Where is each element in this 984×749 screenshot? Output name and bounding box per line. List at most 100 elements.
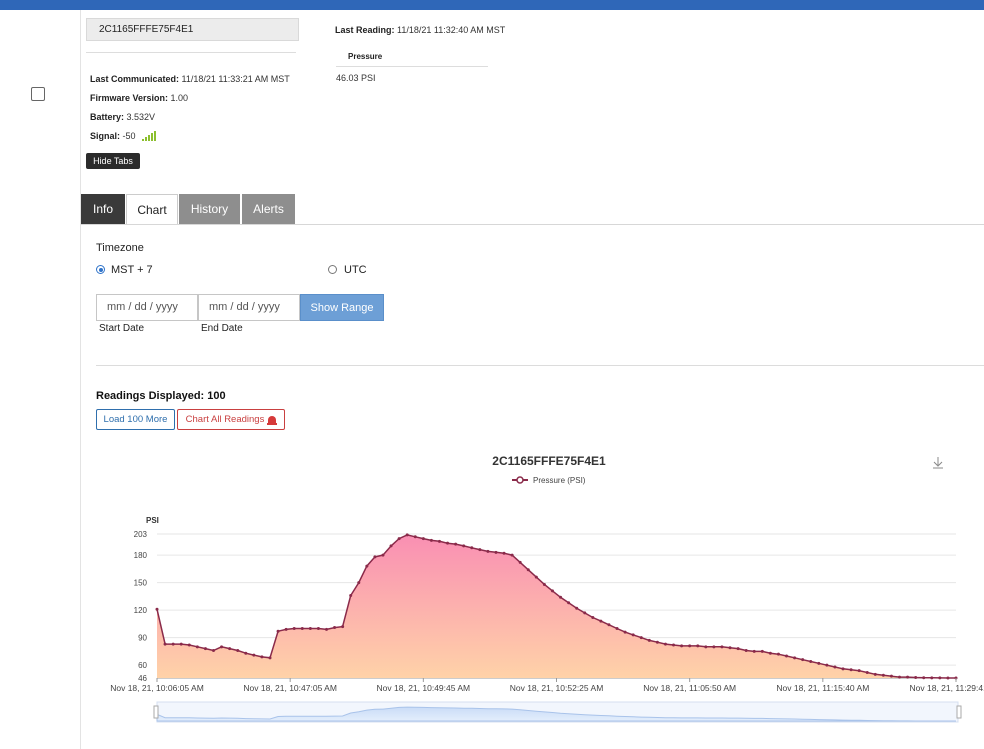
- data-point[interactable]: [542, 582, 546, 586]
- data-point[interactable]: [349, 593, 353, 597]
- data-point[interactable]: [324, 627, 328, 631]
- data-point[interactable]: [437, 539, 441, 543]
- data-point[interactable]: [478, 548, 482, 552]
- data-point[interactable]: [494, 550, 498, 554]
- data-point[interactable]: [688, 644, 692, 648]
- data-point[interactable]: [591, 615, 595, 619]
- data-point[interactable]: [623, 630, 627, 634]
- data-point[interactable]: [187, 643, 191, 647]
- data-point[interactable]: [341, 625, 345, 629]
- data-point[interactable]: [680, 644, 684, 648]
- data-point[interactable]: [736, 647, 740, 651]
- tab-info[interactable]: Info: [81, 194, 125, 224]
- data-point[interactable]: [559, 595, 563, 599]
- data-point[interactable]: [639, 636, 643, 640]
- data-point[interactable]: [696, 644, 700, 648]
- data-point[interactable]: [849, 668, 853, 672]
- chart-all-button[interactable]: Chart All Readings: [177, 409, 285, 430]
- data-point[interactable]: [793, 656, 797, 660]
- data-point[interactable]: [865, 670, 869, 674]
- data-point[interactable]: [203, 647, 207, 651]
- data-point[interactable]: [397, 537, 401, 541]
- data-point[interactable]: [728, 646, 732, 650]
- data-point[interactable]: [776, 652, 780, 656]
- data-point[interactable]: [195, 645, 199, 649]
- data-point[interactable]: [518, 560, 522, 564]
- navigator-right-handle[interactable]: [956, 705, 962, 719]
- data-point[interactable]: [841, 667, 845, 671]
- data-point[interactable]: [720, 645, 724, 649]
- data-point[interactable]: [228, 647, 232, 651]
- data-point[interactable]: [405, 533, 409, 537]
- data-point[interactable]: [785, 654, 789, 658]
- start-date-input[interactable]: mm / dd / yyyy: [96, 294, 198, 321]
- data-point[interactable]: [429, 538, 433, 542]
- timezone-utc-radio[interactable]: [328, 265, 337, 274]
- data-point[interactable]: [179, 642, 183, 646]
- data-point[interactable]: [672, 643, 676, 647]
- data-point[interactable]: [284, 627, 288, 631]
- data-point[interactable]: [413, 535, 417, 539]
- data-point[interactable]: [155, 607, 159, 611]
- data-point[interactable]: [809, 659, 813, 663]
- data-point[interactable]: [898, 675, 902, 679]
- data-point[interactable]: [575, 606, 579, 610]
- data-point[interactable]: [526, 568, 530, 572]
- data-point[interactable]: [486, 549, 490, 553]
- data-point[interactable]: [938, 676, 942, 680]
- data-point[interactable]: [300, 626, 304, 630]
- data-point[interactable]: [817, 661, 821, 665]
- data-point[interactable]: [946, 676, 950, 680]
- data-point[interactable]: [857, 669, 861, 673]
- load-more-button[interactable]: Load 100 More: [96, 409, 175, 430]
- tab-alerts[interactable]: Alerts: [242, 194, 295, 224]
- hide-tabs-button[interactable]: Hide Tabs: [86, 153, 140, 169]
- data-point[interactable]: [308, 626, 312, 630]
- data-point[interactable]: [599, 619, 603, 623]
- data-point[interactable]: [454, 542, 458, 546]
- data-point[interactable]: [655, 640, 659, 644]
- data-point[interactable]: [260, 655, 264, 659]
- data-point[interactable]: [881, 673, 885, 677]
- data-point[interactable]: [268, 656, 272, 660]
- data-point[interactable]: [704, 645, 708, 649]
- data-point[interactable]: [663, 642, 667, 646]
- data-point[interactable]: [550, 589, 554, 593]
- data-point[interactable]: [236, 648, 240, 652]
- data-point[interactable]: [607, 623, 611, 627]
- data-point[interactable]: [889, 674, 893, 678]
- data-point[interactable]: [389, 544, 393, 548]
- data-point[interactable]: [502, 551, 506, 555]
- tab-chart[interactable]: Chart: [126, 194, 178, 225]
- data-point[interactable]: [712, 645, 716, 649]
- data-point[interactable]: [744, 648, 748, 652]
- data-point[interactable]: [567, 601, 571, 605]
- data-point[interactable]: [631, 633, 635, 637]
- show-range-button[interactable]: Show Range: [300, 294, 384, 321]
- data-point[interactable]: [615, 626, 619, 630]
- range-navigator[interactable]: [153, 701, 962, 723]
- data-point[interactable]: [914, 676, 918, 680]
- data-point[interactable]: [873, 672, 877, 676]
- data-point[interactable]: [647, 638, 651, 642]
- data-point[interactable]: [922, 676, 926, 680]
- data-point[interactable]: [365, 564, 369, 568]
- data-point[interactable]: [373, 555, 377, 559]
- data-point[interactable]: [211, 648, 215, 652]
- data-point[interactable]: [510, 553, 514, 557]
- data-point[interactable]: [333, 626, 337, 630]
- data-point[interactable]: [801, 658, 805, 662]
- data-point[interactable]: [752, 649, 756, 653]
- data-point[interactable]: [833, 665, 837, 669]
- data-point[interactable]: [825, 663, 829, 667]
- data-point[interactable]: [252, 653, 256, 657]
- data-point[interactable]: [462, 544, 466, 548]
- tab-history[interactable]: History: [179, 194, 240, 224]
- download-icon[interactable]: [933, 457, 943, 469]
- data-point[interactable]: [768, 651, 772, 655]
- data-point[interactable]: [163, 642, 167, 646]
- device-select-checkbox[interactable]: [31, 87, 45, 101]
- timezone-mst-radio[interactable]: [96, 265, 105, 274]
- data-point[interactable]: [381, 553, 385, 557]
- data-point[interactable]: [276, 629, 280, 633]
